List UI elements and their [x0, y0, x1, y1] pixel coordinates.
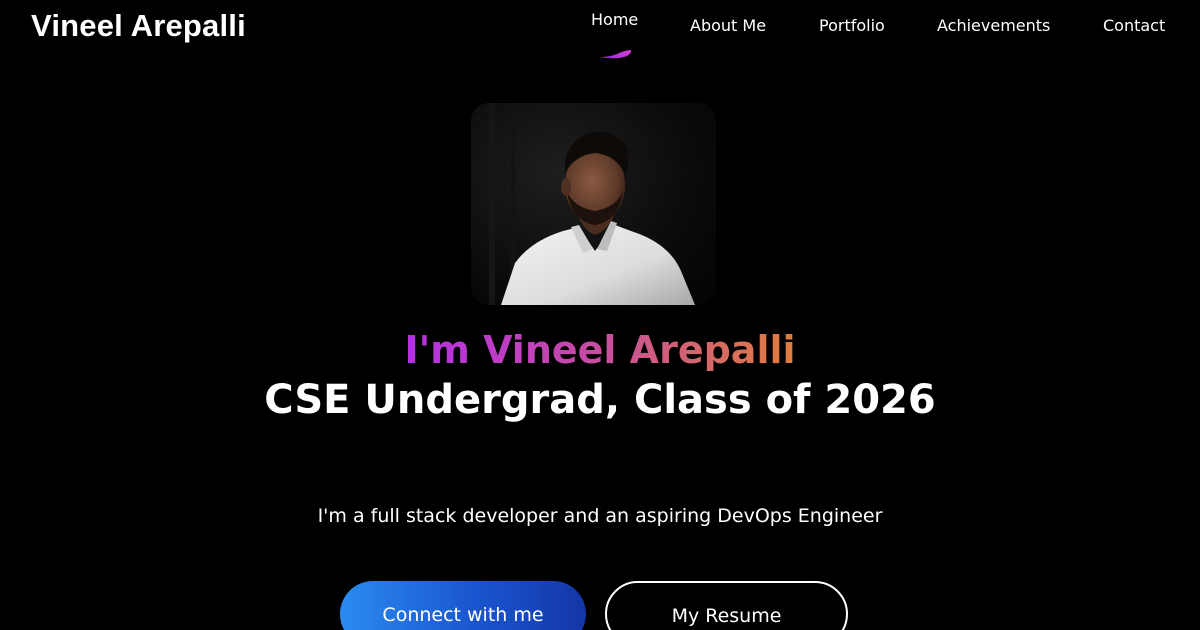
- active-nav-indicator: [600, 50, 632, 59]
- nav-item-achievements[interactable]: Achievements: [937, 16, 1050, 36]
- hero-greeting-text: I'm Vineel Arepalli: [404, 328, 796, 372]
- nav-item-home[interactable]: Home: [591, 10, 638, 30]
- hero-greeting: I'm Vineel Arepalli: [0, 326, 1200, 374]
- connect-button[interactable]: Connect with me: [340, 581, 586, 630]
- nav-item-contact[interactable]: Contact: [1103, 16, 1165, 36]
- portfolio-page: Vineel Arepalli Home About Me Portfolio …: [0, 0, 1200, 630]
- resume-button[interactable]: My Resume: [605, 581, 848, 630]
- hero-tagline: I'm a full stack developer and an aspiri…: [317, 505, 883, 527]
- hero-role: CSE Undergrad, Class of 2026: [264, 377, 936, 423]
- nav-item-portfolio[interactable]: Portfolio: [819, 16, 885, 36]
- nav-item-about-me[interactable]: About Me: [690, 16, 766, 36]
- top-navigation: Home About Me Portfolio Achievements Con…: [0, 0, 1200, 70]
- profile-portrait-illustration: [471, 103, 716, 305]
- profile-photo: [471, 103, 716, 305]
